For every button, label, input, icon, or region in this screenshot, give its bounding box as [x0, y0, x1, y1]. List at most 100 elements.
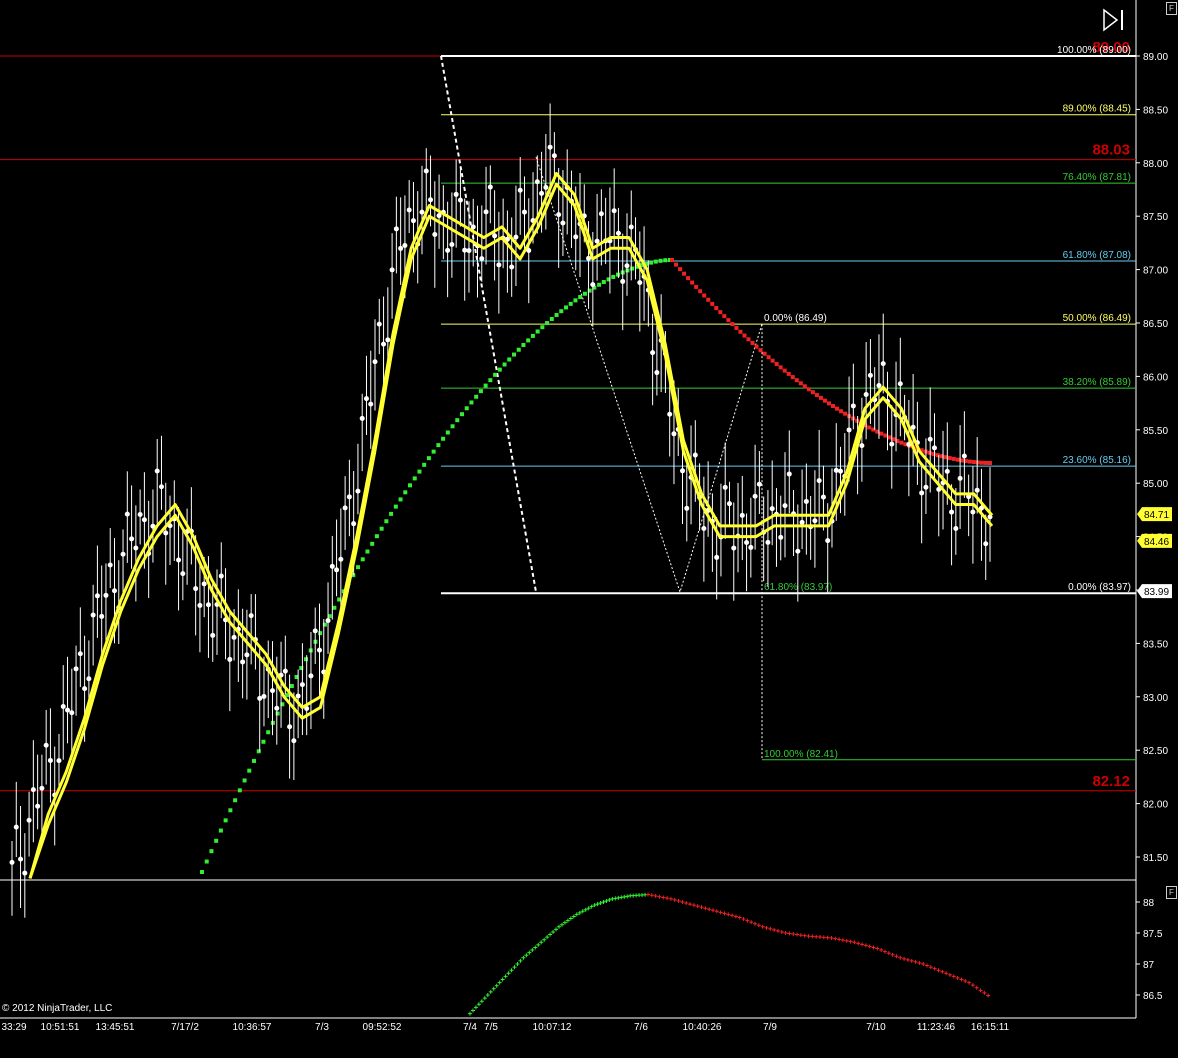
- y-tick-label: 85.00: [1143, 479, 1168, 490]
- price-candle-body: [876, 383, 882, 389]
- price-candle-body: [295, 693, 301, 699]
- trend-dot: [488, 378, 493, 383]
- price-candle-body: [299, 682, 305, 688]
- panel-button-bottom[interactable]: F: [1166, 886, 1177, 899]
- trend-dot: [899, 440, 904, 445]
- price-candle-body: [586, 255, 592, 261]
- price-candle-body: [449, 241, 455, 247]
- price-candle-body: [30, 787, 36, 793]
- trend-dot: [698, 289, 703, 294]
- price-candle-body: [334, 567, 340, 573]
- indicator-mark: [536, 942, 541, 947]
- trend-dot: [694, 284, 699, 289]
- play-to-end-icon[interactable]: [1103, 8, 1123, 32]
- indicator-mark: [905, 957, 910, 962]
- trend-dot: [389, 511, 394, 516]
- price-candle-body: [201, 581, 207, 587]
- indicator-mark: [684, 901, 689, 906]
- price-candle-body: [927, 436, 933, 442]
- indicator-mark: [730, 913, 735, 918]
- trend-dot: [332, 605, 337, 610]
- indicator-mark: [737, 915, 742, 920]
- indicator-mark: [787, 931, 792, 936]
- trend-dot: [507, 357, 512, 362]
- indicator-mark: [764, 925, 769, 930]
- price-candle-body: [786, 471, 792, 477]
- price-candle-body: [974, 487, 980, 493]
- trend-dot: [408, 483, 412, 488]
- price-candle-body: [949, 509, 955, 515]
- indicator-mark: [986, 993, 991, 998]
- fib-level-label: 50.00% (86.49): [1063, 313, 1131, 324]
- indicator-mark: [515, 962, 520, 966]
- trend-dot: [252, 758, 256, 763]
- price-candle-body: [402, 243, 408, 249]
- indicator-mark: [668, 896, 673, 901]
- price-candle-body: [197, 602, 203, 608]
- price-candle-body: [385, 337, 391, 343]
- trend-dot: [822, 398, 827, 403]
- trend-dot: [790, 375, 795, 380]
- trend-dot: [370, 541, 375, 546]
- trend-dot: [714, 306, 719, 311]
- price-candle-body: [124, 511, 130, 517]
- trend-dot: [426, 456, 431, 461]
- trend-dot: [710, 301, 715, 306]
- indicator-mark: [741, 917, 746, 922]
- trend-dot: [879, 431, 884, 436]
- price-candle-body: [863, 392, 869, 398]
- trend-dot: [540, 325, 545, 330]
- trend-dot: [835, 406, 840, 411]
- price-candle-body: [744, 539, 750, 545]
- x-tick-label: 10:36:57: [233, 1022, 272, 1033]
- price-candle-body: [944, 468, 950, 474]
- indicator-mark: [802, 933, 807, 938]
- trend-dot: [356, 565, 360, 570]
- y-tick-label: 83.00: [1143, 693, 1168, 704]
- x-tick-label: 10:40:26: [683, 1022, 722, 1033]
- indicator-mark: [722, 911, 727, 916]
- indicator-mark: [760, 924, 765, 929]
- indicator-mark: [756, 923, 761, 928]
- trend-dot: [478, 389, 483, 394]
- indicator-mark: [571, 914, 576, 919]
- trend-dot: [464, 406, 469, 411]
- indicator-mark: [947, 972, 952, 977]
- indicator-mark: [840, 938, 845, 943]
- price-candle-body: [889, 441, 895, 447]
- price-candle-body: [462, 247, 468, 253]
- price-candle-body: [598, 211, 604, 217]
- indicator-mark: [848, 939, 853, 944]
- indicator-mark: [921, 962, 926, 966]
- trend-dot: [228, 808, 233, 813]
- indicator-mark: [936, 968, 941, 973]
- indicator-mark: [978, 988, 983, 993]
- trend-dot: [412, 476, 417, 481]
- indicator-mark: [863, 943, 868, 948]
- trend-dot: [289, 684, 294, 689]
- indicator-mark: [625, 894, 630, 899]
- y-tick-label: 82.00: [1143, 800, 1168, 811]
- copyright-text: © 2012 NinjaTrader, LLC: [2, 1003, 113, 1014]
- price-candle-body: [381, 341, 387, 347]
- indicator-mark: [902, 956, 907, 961]
- price-candle-body: [782, 503, 788, 509]
- indicator-mark: [482, 996, 487, 1001]
- price-candle-body: [176, 557, 182, 563]
- indicator-mark: [524, 953, 529, 958]
- price-candle-body: [291, 738, 297, 744]
- indicator-mark: [783, 931, 788, 935]
- indicator-mark: [533, 945, 538, 950]
- price-candle-body: [82, 686, 88, 692]
- trend-dot: [526, 338, 531, 343]
- price-candle-body: [492, 233, 498, 239]
- price-candle-body: [287, 724, 293, 730]
- price-candle-body: [9, 859, 15, 865]
- trend-dot: [738, 329, 743, 334]
- price-candle-body: [193, 586, 199, 592]
- price-candle-body: [650, 350, 656, 356]
- price-candle-body: [69, 710, 75, 716]
- price-tag-label: 84.71: [1144, 510, 1169, 521]
- price-candle-body: [351, 521, 357, 527]
- panel-button-top[interactable]: F: [1166, 2, 1177, 15]
